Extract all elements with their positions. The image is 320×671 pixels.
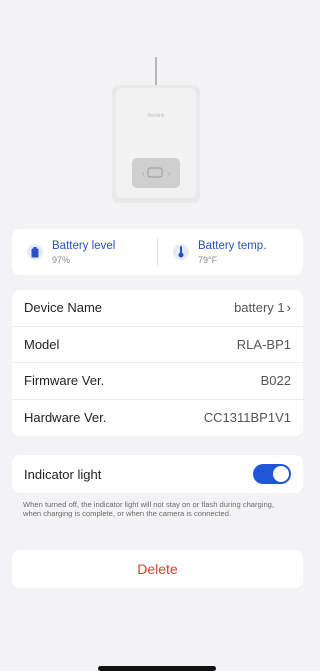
battery-device-image: ‹ › Reolink <box>112 57 200 203</box>
home-indicator <box>98 666 216 671</box>
battery-level-value: 97% <box>52 254 71 265</box>
chevron-right-icon: › <box>286 300 291 316</box>
hardware-value: CC1311BP1V1 <box>203 410 291 426</box>
delete-label: Delete <box>137 561 178 577</box>
battery-temp-value: 79°F <box>198 254 218 265</box>
firmware-value: B022 <box>260 373 291 389</box>
toggle-knob <box>273 466 289 482</box>
battery-level-stat: Battery level 97% <box>12 229 157 275</box>
device-name-row[interactable]: Device Name battery 1 › <box>12 290 303 327</box>
device-name-label: Device Name <box>24 300 103 316</box>
thermometer-icon <box>173 244 189 260</box>
battery-level-label: Battery level <box>52 239 116 252</box>
model-label: Model <box>24 336 60 352</box>
device-info-card: Device Name battery 1 › Model RLA-BP1 Fir… <box>12 290 303 436</box>
model-row: Model RLA-BP1 <box>12 327 303 363</box>
indicator-light-label: Indicator light <box>24 466 102 482</box>
model-value: RLA-BP1 <box>236 336 291 352</box>
battery-icon <box>27 244 43 260</box>
firmware-row: Firmware Ver. B022 <box>12 363 303 400</box>
delete-button[interactable]: Delete <box>12 550 303 588</box>
device-image-area: ‹ › Reolink <box>0 0 315 220</box>
device-name-value: battery 1 <box>234 300 285 316</box>
indicator-light-card: Indicator light <box>12 455 303 493</box>
hardware-row: Hardware Ver. CC1311BP1V1 <box>12 400 303 437</box>
hardware-label: Hardware Ver. <box>24 410 107 426</box>
battery-temp-label: Battery temp. <box>198 239 267 252</box>
indicator-light-note: When turned off, the indicator light wil… <box>23 500 275 518</box>
device-brand-text: Reolink <box>148 113 165 119</box>
indicator-light-toggle[interactable] <box>253 464 291 484</box>
battery-stats-card: Battery level 97% Battery temp. 79°F <box>12 229 303 275</box>
battery-temp-stat: Battery temp. 79°F <box>158 229 303 275</box>
firmware-label: Firmware Ver. <box>24 373 105 389</box>
